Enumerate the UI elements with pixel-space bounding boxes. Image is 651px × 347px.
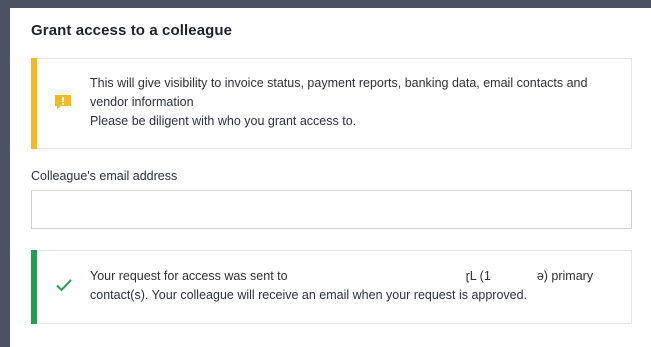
success-line-1-end: ə) primary bbox=[536, 269, 594, 283]
success-alert: Your request for access was sent to ɽL (1… bbox=[31, 250, 632, 324]
warning-line-1: This will give visibility to invoice sta… bbox=[90, 76, 588, 90]
email-field-label: Colleague's email address bbox=[31, 169, 178, 183]
email-field[interactable] bbox=[31, 190, 632, 229]
alert-exclamation-icon bbox=[54, 94, 72, 110]
checkmark-icon bbox=[55, 277, 73, 293]
grant-access-dialog: Grant access to a colleague This will gi… bbox=[10, 8, 651, 347]
warning-alert: This will give visibility to invoice sta… bbox=[31, 58, 632, 149]
success-line-1-start: Your request for access was sent to bbox=[90, 269, 288, 283]
warning-accent-bar bbox=[31, 58, 37, 149]
success-line-1: Your request for access was sent to ɽL (1… bbox=[90, 267, 617, 286]
warning-line-2: vendor information bbox=[90, 95, 194, 109]
success-accent-bar bbox=[31, 250, 37, 324]
success-line-2: contact(s). Your colleague will receive … bbox=[90, 288, 528, 302]
success-text: Your request for access was sent to ɽL (1… bbox=[90, 267, 617, 305]
success-line-1-fragment: ɽL (1 bbox=[465, 269, 491, 283]
warning-line-3: Please be diligent with who you grant ac… bbox=[90, 114, 357, 128]
warning-text: This will give visibility to invoice sta… bbox=[90, 74, 617, 131]
dialog-title: Grant access to a colleague bbox=[31, 22, 233, 39]
